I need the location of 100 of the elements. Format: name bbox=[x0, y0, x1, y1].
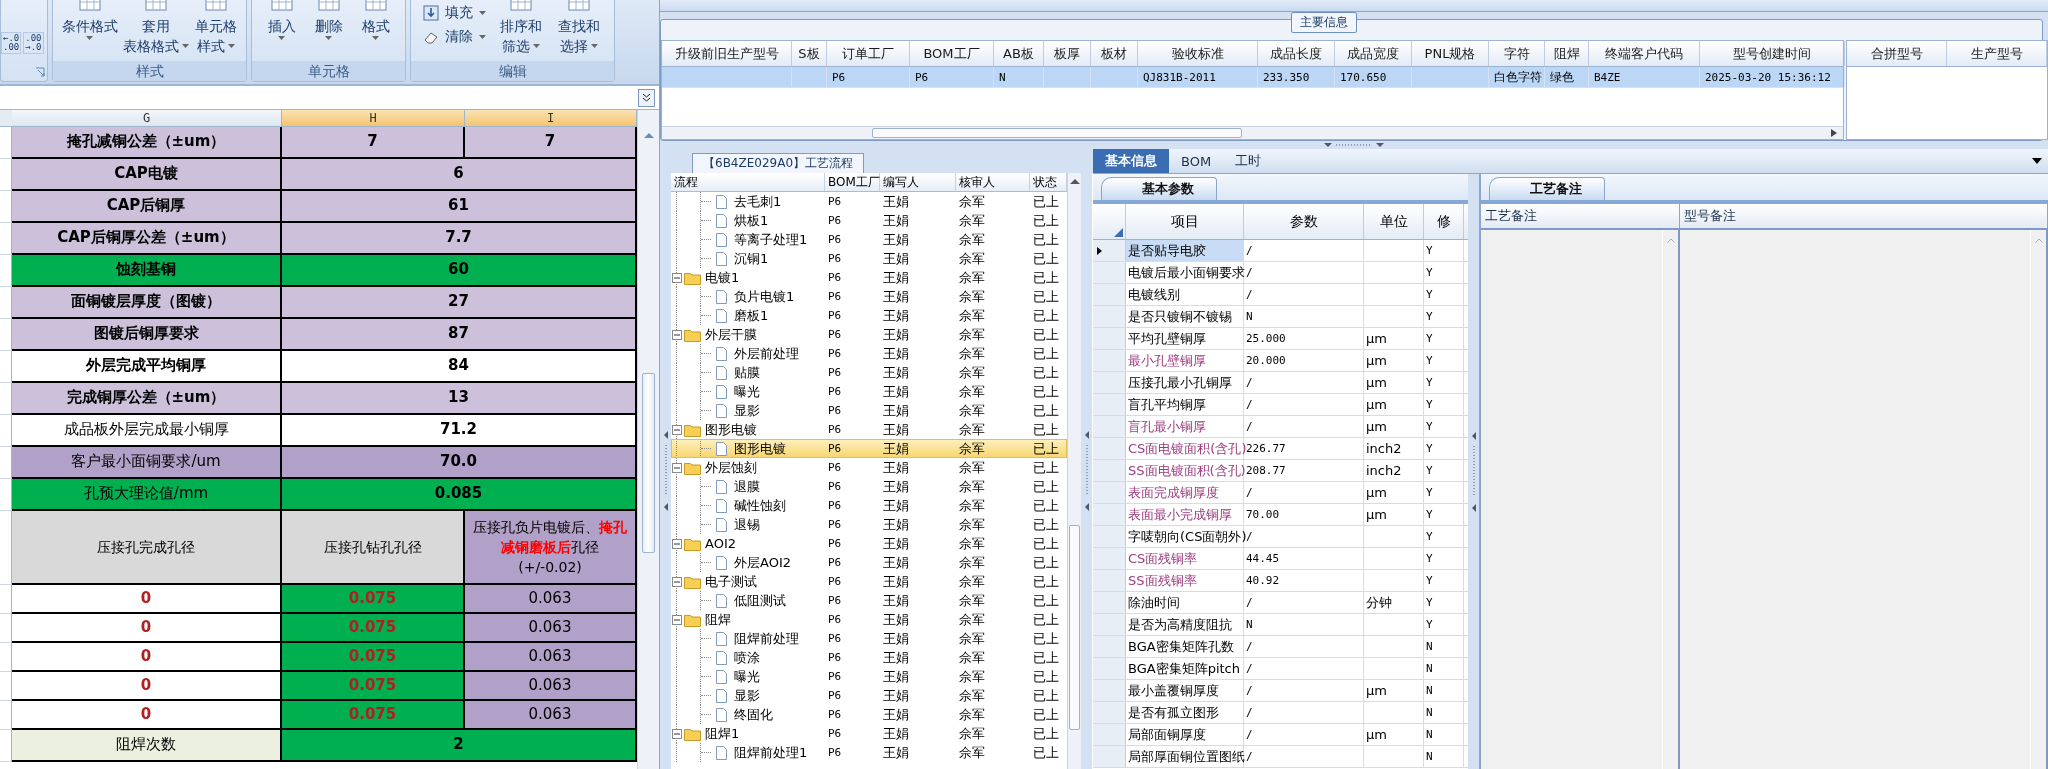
tree-row[interactable]: 等离子处理1 P6 王娟 佘军 已上 bbox=[671, 230, 1067, 249]
tree-row[interactable]: 沉铜1 P6 王娟 佘军 已上 bbox=[671, 249, 1067, 268]
tree-row[interactable]: 外层前处理 P6 王娟 佘军 已上 bbox=[671, 344, 1067, 363]
tree-row[interactable]: 负片电镀1 P6 王娟 佘军 已上 bbox=[671, 287, 1067, 306]
collapse-icon[interactable] bbox=[672, 272, 682, 283]
column-header[interactable]: 流程 bbox=[671, 173, 825, 191]
tab[interactable]: 工时 bbox=[1223, 149, 1274, 173]
column-header[interactable]: 修 bbox=[1424, 204, 1464, 239]
tab[interactable]: 基本信息 bbox=[1093, 149, 1169, 173]
ribbon-button[interactable]: 查找和 选择 bbox=[556, 0, 602, 56]
tab[interactable]: BOM bbox=[1169, 149, 1224, 173]
column-header[interactable]: 板材 bbox=[1091, 41, 1138, 66]
ribbon-button[interactable]: 删除 bbox=[312, 0, 345, 40]
tree-row[interactable]: 阻焊前处理1 P6 王娟 佘军 已上 bbox=[671, 743, 1067, 762]
column-header[interactable]: 合拼型号 bbox=[1847, 41, 1947, 66]
tree-row[interactable]: 贴膜 P6 王娟 佘军 已上 bbox=[671, 363, 1067, 382]
up-arrow-icon[interactable] bbox=[642, 131, 655, 139]
expand-button[interactable] bbox=[638, 88, 655, 107]
tree-row[interactable]: 曝光 P6 王娟 佘军 已上 bbox=[671, 382, 1067, 401]
column-header[interactable]: BOM工厂 bbox=[910, 41, 994, 66]
tree-row[interactable]: 去毛刺1 P6 王娟 佘军 已上 bbox=[671, 192, 1067, 211]
tree-row[interactable]: 电子测试 P6 王娟 佘军 已上 bbox=[671, 572, 1067, 591]
column-header[interactable]: 单位 bbox=[1364, 204, 1424, 239]
tree-row[interactable]: 图形电镀 P6 王娟 佘军 已上 bbox=[671, 439, 1067, 458]
ribbon-button[interactable]: 单元格 样式 bbox=[193, 0, 240, 56]
ribbon-button[interactable]: 条件格式 bbox=[59, 0, 120, 40]
column-header[interactable]: 阻焊 bbox=[1545, 41, 1589, 66]
column-header[interactable]: 核审人 bbox=[956, 173, 1030, 191]
column-header[interactable]: 板厚 bbox=[1044, 41, 1091, 66]
tree-row[interactable]: 外层AOI2 P6 王娟 佘军 已上 bbox=[671, 553, 1067, 572]
column-header[interactable]: 订单工厂 bbox=[827, 41, 910, 66]
decimal-button[interactable]: .00 →.0 bbox=[23, 32, 44, 55]
column-header[interactable]: 成品宽度 bbox=[1335, 41, 1412, 66]
tree-row[interactable]: 电镀1 P6 王娟 佘军 已上 bbox=[671, 268, 1067, 287]
column-header[interactable]: 编写人 bbox=[880, 173, 956, 191]
column-header[interactable]: 参数 bbox=[1244, 204, 1364, 239]
collapse-icon[interactable] bbox=[672, 614, 682, 625]
collapse-icon[interactable] bbox=[672, 576, 682, 587]
table-row[interactable]: P6 P6 N QJ831B-2011 233.350 170.650 白色字符 绿色 B4ZE 2025-03-20 15:36:12 bbox=[662, 67, 1843, 88]
column-header[interactable]: 升级前旧生产型号 bbox=[662, 41, 792, 66]
column-header[interactable]: 生产型号 bbox=[1947, 41, 2047, 66]
tree-row[interactable]: 退膜 P6 王娟 佘军 已上 bbox=[671, 477, 1067, 496]
splitter-handle[interactable] bbox=[1081, 173, 1092, 769]
ribbon-button[interactable]: 套用 表格格式 bbox=[121, 0, 192, 56]
tree-row[interactable]: 退锡 P6 王娟 佘军 已上 bbox=[671, 515, 1067, 534]
column-header[interactable]: 验收标准 bbox=[1138, 41, 1258, 66]
ribbon-button[interactable]: 排序和 筛选 bbox=[498, 0, 544, 56]
scroll-thumb[interactable] bbox=[642, 373, 655, 553]
column-header[interactable]: 工艺备注 bbox=[1481, 204, 1680, 228]
tree-row[interactable]: 喷涂 P6 王娟 佘军 已上 bbox=[671, 648, 1067, 667]
column-header[interactable]: G bbox=[12, 110, 282, 127]
collapse-icon[interactable] bbox=[672, 424, 682, 435]
tab[interactable]: 工艺备注 bbox=[1489, 177, 1605, 200]
column-header[interactable]: 终端客户代码 bbox=[1589, 41, 1700, 66]
tree-row[interactable]: 碱性蚀刻 P6 王娟 佘军 已上 bbox=[671, 496, 1067, 515]
scroll-thumb[interactable] bbox=[872, 128, 1242, 138]
corner-triangle-icon[interactable] bbox=[1114, 228, 1123, 237]
up-caret-icon[interactable] bbox=[1666, 238, 1675, 243]
vertical-scrollbar[interactable] bbox=[1067, 173, 1081, 769]
column-header[interactable]: PNL规格 bbox=[1412, 41, 1489, 66]
ribbon-button[interactable]: 格式 bbox=[359, 0, 392, 40]
up-caret-icon[interactable] bbox=[2034, 238, 2043, 243]
column-header[interactable]: AB板 bbox=[994, 41, 1044, 66]
decimal-button[interactable]: ←.0 .00 bbox=[1, 32, 22, 55]
scroll-thumb[interactable] bbox=[1069, 525, 1080, 730]
tree-row[interactable]: 显影 P6 王娟 佘军 已上 bbox=[671, 686, 1067, 705]
up-arrow-icon[interactable] bbox=[1068, 177, 1081, 185]
tree-row[interactable]: AOI2 P6 王娟 佘军 已上 bbox=[671, 534, 1067, 553]
tree-row[interactable]: 阻焊1 P6 王娟 佘军 已上 bbox=[671, 724, 1067, 743]
column-header[interactable]: 项目 bbox=[1126, 204, 1244, 239]
column-header[interactable]: S板 bbox=[792, 41, 827, 66]
column-header[interactable]: 型号备注 bbox=[1680, 204, 2048, 228]
collapse-icon[interactable] bbox=[672, 329, 682, 340]
horizontal-scrollbar[interactable] bbox=[662, 126, 1843, 139]
collapse-icon[interactable] bbox=[672, 728, 682, 739]
column-header[interactable]: 型号创建时间 bbox=[1700, 41, 1845, 66]
tab[interactable]: 基本参数 bbox=[1101, 177, 1217, 200]
tree-row[interactable]: 外层干膜 P6 王娟 佘军 已上 bbox=[671, 325, 1067, 344]
select-all-corner[interactable] bbox=[0, 110, 12, 127]
splitter-handle[interactable] bbox=[1324, 142, 1384, 148]
dropdown-arrow-icon[interactable] bbox=[2032, 158, 2042, 164]
row-header[interactable] bbox=[1093, 240, 1126, 261]
ribbon-button[interactable]: 清除 bbox=[423, 28, 486, 46]
vertical-scrollbar[interactable] bbox=[637, 110, 659, 769]
tree-row[interactable]: 图形电镀 P6 王娟 佘军 已上 bbox=[671, 420, 1067, 439]
right-arrow-icon[interactable] bbox=[1831, 129, 1837, 137]
column-header[interactable]: 字符 bbox=[1489, 41, 1545, 66]
tree-row[interactable]: 烘板1 P6 王娟 佘军 已上 bbox=[671, 211, 1067, 230]
collapse-icon[interactable] bbox=[672, 538, 682, 549]
ribbon-button[interactable]: 插入 bbox=[265, 0, 298, 40]
tree-row[interactable]: 阻焊 P6 王娟 佘军 已上 bbox=[671, 610, 1067, 629]
column-header[interactable]: I bbox=[465, 110, 637, 127]
ribbon-button[interactable]: 填充 bbox=[423, 4, 486, 22]
tree-row[interactable]: 终固化 P6 王娟 佘军 已上 bbox=[671, 705, 1067, 724]
splitter-handle[interactable] bbox=[660, 173, 671, 769]
tree-row[interactable]: 磨板1 P6 王娟 佘军 已上 bbox=[671, 306, 1067, 325]
column-header[interactable]: H bbox=[282, 110, 465, 127]
tree-row[interactable]: 低阻测试 P6 王娟 佘军 已上 bbox=[671, 591, 1067, 610]
column-header[interactable]: 成品长度 bbox=[1258, 41, 1335, 66]
collapse-icon[interactable] bbox=[672, 462, 682, 473]
